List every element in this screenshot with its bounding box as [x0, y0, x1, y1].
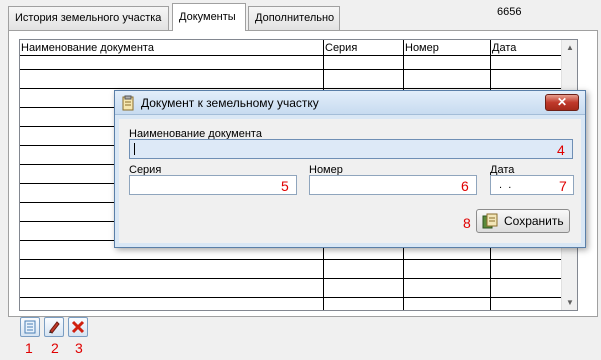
annotation-series: 5 — [281, 178, 289, 194]
scroll-up-icon[interactable]: ▲ — [566, 43, 574, 52]
document-add-icon — [24, 320, 36, 334]
record-id: 6656 — [497, 6, 522, 18]
annotation-edit: 2 — [51, 340, 59, 356]
save-icon — [482, 213, 498, 229]
pencil-icon — [49, 321, 60, 334]
delete-x-icon — [71, 320, 85, 334]
text-cursor — [134, 143, 135, 155]
table-row — [20, 278, 563, 279]
column-header-date[interactable]: Дата — [492, 42, 516, 54]
dialog-titlebar[interactable]: Документ к земельному участку ✕ — [115, 91, 585, 115]
document-name-field[interactable] — [129, 139, 573, 159]
tab-additional[interactable]: Дополнительно — [248, 6, 340, 30]
table-row — [20, 88, 563, 89]
dialog-title: Документ к земельному участку — [141, 96, 319, 110]
close-icon: ✕ — [556, 95, 568, 109]
clipboard-icon — [122, 95, 134, 111]
close-button[interactable]: ✕ — [545, 94, 579, 111]
annotation-delete: 3 — [75, 340, 83, 356]
document-dialog: Документ к земельному участку ✕ Наименов… — [114, 90, 586, 248]
annotation-add: 1 — [25, 340, 33, 356]
edit-document-button[interactable] — [44, 317, 64, 337]
annotation-date: 7 — [559, 178, 567, 194]
annotation-number: 6 — [461, 178, 469, 194]
save-label: Сохранить — [504, 214, 564, 228]
annotation-save: 8 — [463, 215, 471, 231]
annotation-name: 4 — [557, 142, 565, 158]
table-row — [20, 259, 563, 260]
tab-documents[interactable]: Документы — [172, 3, 246, 31]
table-row — [20, 297, 563, 298]
column-header-number[interactable]: Номер — [405, 42, 439, 54]
number-field[interactable] — [309, 175, 477, 195]
series-field[interactable] — [129, 175, 297, 195]
tab-land-history[interactable]: История земельного участка — [8, 6, 169, 30]
column-header-name[interactable]: Наименование документа — [21, 42, 154, 54]
date-value: . . — [496, 179, 515, 191]
table-row — [20, 69, 563, 70]
table-header: Наименование документа Серия Номер Дата — [20, 40, 563, 56]
scroll-down-icon[interactable]: ▼ — [566, 298, 574, 307]
column-header-series[interactable]: Серия — [325, 42, 357, 54]
delete-document-button[interactable] — [68, 317, 88, 337]
add-document-button[interactable] — [20, 317, 40, 337]
save-button[interactable]: Сохранить — [476, 209, 570, 233]
